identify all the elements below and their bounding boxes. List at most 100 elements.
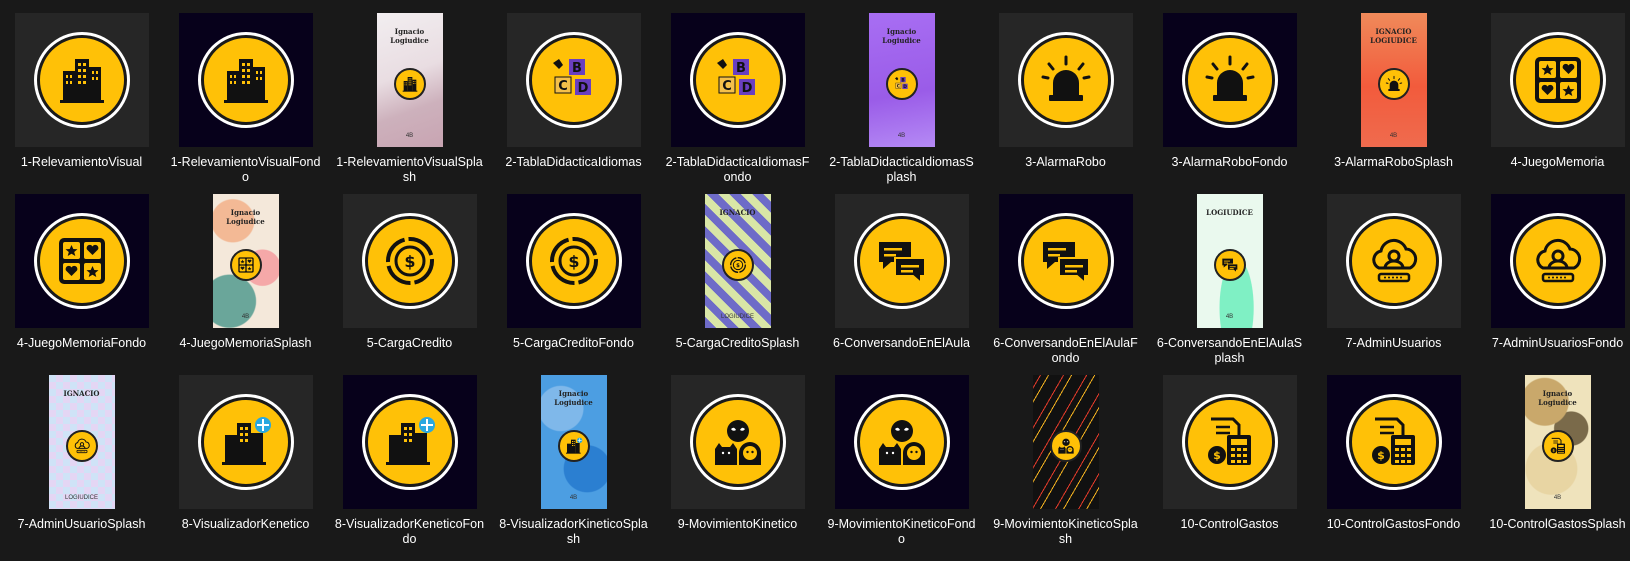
file-item[interactable]: 8-VisualizadorKeneticoFondo (331, 375, 488, 556)
file-name[interactable]: 4-JuegoMemoriaFondo (7, 336, 157, 351)
file-thumbnail[interactable]: $ IGNACIO LOGIUDICE (704, 194, 771, 328)
file-thumbnail[interactable]: IGNACIO LOGIUDICE (48, 375, 115, 509)
file-thumbnail[interactable]: BCD (670, 13, 805, 147)
file-item[interactable]: 6-ConversandoEnElAula (823, 194, 980, 375)
file-item[interactable]: 1-RelevamientoVisual (3, 13, 160, 194)
file-item[interactable]: 3-AlarmaRoboFondo (1151, 13, 1308, 194)
file-thumbnail[interactable]: $ (506, 194, 641, 328)
file-name[interactable]: 8-VisualizadorKenetico (171, 517, 321, 532)
file-thumbnail[interactable] (14, 13, 149, 147)
file-item[interactable]: LOGIUDICE 4B 6-ConversandoEnElAulaSplash (1151, 194, 1308, 375)
splash-course-text: 4B (405, 133, 414, 139)
file-item[interactable]: B C D 2-TablaDidacticaIdiomas (495, 13, 652, 194)
file-thumbnail[interactable]: $ Ignacio Logiudice 4B (1524, 375, 1591, 509)
file-name[interactable]: 7-AdminUsuarioSplash (7, 517, 157, 532)
file-thumbnail[interactable] (998, 13, 1133, 147)
file-item[interactable]: 9-MovimientoKineticoFondo (823, 375, 980, 556)
file-thumbnail[interactable]: $ (1326, 375, 1461, 509)
file-item[interactable]: $ Ignacio Logiudice 4B 10-ControlGastosSpla… (1479, 375, 1630, 556)
file-name[interactable]: 10-ControlGastos (1155, 517, 1305, 532)
file-item[interactable]: Ignacio Logiudice 4B 1-RelevamientoVisualS… (331, 13, 488, 194)
file-name[interactable]: 3-AlarmaRoboSplash (1319, 155, 1469, 170)
splash-author-text: IGNACIO (63, 389, 100, 398)
file-name[interactable]: 7-AdminUsuariosFondo (1483, 336, 1630, 351)
file-name[interactable]: 1-RelevamientoVisualFondo (171, 155, 321, 185)
file-thumbnail[interactable] (178, 13, 313, 147)
file-thumbnail[interactable] (342, 375, 477, 509)
file-item[interactable]: IGNACIO LOGIUDICE 7-AdminUsuarioSplash (3, 375, 160, 556)
file-item[interactable]: $ IGNACIO LOGIUDICE 5-CargaCreditoSplash (659, 194, 816, 375)
file-thumbnail[interactable] (834, 194, 969, 328)
file-thumbnail[interactable] (834, 375, 969, 509)
file-name[interactable]: 2-TablaDidacticaIdiomasFondo (663, 155, 813, 185)
file-item[interactable]: B C D Ignacio Logiudice 4B 2-TablaDidacticaId… (823, 13, 980, 194)
cloud-user-icon (73, 437, 91, 455)
file-item[interactable]: $10-ControlGastos (1151, 375, 1308, 556)
file-item[interactable]: $5-CargaCreditoFondo (495, 194, 652, 375)
file-item[interactable]: 7-AdminUsuarios (1315, 194, 1472, 375)
file-thumbnail[interactable]: Ignacio Logiudice 4B (376, 13, 443, 147)
file-thumbnail[interactable] (1490, 194, 1625, 328)
file-name[interactable]: 4-JuegoMemoria (1483, 155, 1630, 170)
file-thumbnail[interactable] (14, 194, 149, 328)
file-name[interactable]: 8-VisualizadorKineticoSplash (499, 517, 649, 547)
file-item[interactable]: 4-JuegoMemoria (1479, 13, 1630, 194)
file-name[interactable]: 2-TablaDidacticaIdiomasSplash (827, 155, 977, 185)
file-name[interactable]: 1-RelevamientoVisualSplash (335, 155, 485, 185)
file-thumbnail[interactable]: Ignacio Logiudice 4B (212, 194, 279, 328)
file-item[interactable]: Ignacio Logiudice 4B 8-VisualizadorKinetic… (495, 375, 652, 556)
chat-bubbles-icon (1039, 234, 1093, 288)
file-name[interactable]: 1-RelevamientoVisual (7, 155, 157, 170)
file-thumbnail[interactable] (1490, 13, 1625, 147)
file-name[interactable]: 10-ControlGastosFondo (1319, 517, 1469, 532)
file-name[interactable]: 3-AlarmaRoboFondo (1155, 155, 1305, 170)
file-item[interactable]: 8-VisualizadorKenetico (167, 375, 324, 556)
file-thumbnail[interactable] (1162, 13, 1297, 147)
hero-faces-icon (711, 415, 765, 469)
file-thumbnail[interactable] (178, 375, 313, 509)
file-thumbnail[interactable]: LOGIUDICE 4B (1196, 194, 1263, 328)
file-thumbnail[interactable] (998, 194, 1133, 328)
file-name[interactable]: 9-MovimientoKinetico (663, 517, 813, 532)
file-item[interactable]: 9-MovimientoKinetico (659, 375, 816, 556)
file-item[interactable]: 3-AlarmaRobo (987, 13, 1144, 194)
file-name[interactable]: 3-AlarmaRobo (991, 155, 1141, 170)
file-name[interactable]: 9-MovimientoKineticoSplash (991, 517, 1141, 547)
file-thumbnail[interactable] (1326, 194, 1461, 328)
svg-text:C: C (558, 79, 568, 94)
file-item[interactable]: B C D 2-TablaDidacticaIdiomasFondo (659, 13, 816, 194)
file-thumbnail[interactable] (670, 375, 805, 509)
file-name[interactable]: 5-CargaCreditoFondo (499, 336, 649, 351)
chat-bubbles-icon (1221, 256, 1239, 274)
file-item[interactable]: Ignacio Logiudice 4B 4-JuegoMemoriaSplash (167, 194, 324, 375)
file-name[interactable]: 5-CargaCreditoSplash (663, 336, 813, 351)
splash-author-text: LOGIUDICE (1206, 208, 1253, 217)
file-name[interactable]: 10-ControlGastosSplash (1483, 517, 1630, 532)
file-item[interactable]: 7-AdminUsuariosFondo (1479, 194, 1630, 375)
file-name[interactable]: 7-AdminUsuarios (1319, 336, 1469, 351)
file-item[interactable]: $5-CargaCredito (331, 194, 488, 375)
file-thumbnail[interactable]: BCD (506, 13, 641, 147)
file-item[interactable]: $10-ControlGastosFondo (1315, 375, 1472, 556)
file-name[interactable]: 5-CargaCredito (335, 336, 485, 351)
file-name[interactable]: 4-JuegoMemoriaSplash (171, 336, 321, 351)
file-thumbnail[interactable]: IGNACIO LOGIUDICE 4B (1360, 13, 1427, 147)
file-thumbnail[interactable] (1032, 375, 1099, 509)
file-name[interactable]: 6-ConversandoEnElAulaSplash (1155, 336, 1305, 366)
file-item[interactable]: 6-ConversandoEnElAulaFondo (987, 194, 1144, 375)
file-thumbnail[interactable]: $ (1162, 375, 1297, 509)
svg-text:C: C (722, 79, 732, 94)
splash-course-text: 4B (241, 314, 250, 320)
file-item[interactable]: 1-RelevamientoVisualFondo (167, 13, 324, 194)
file-name[interactable]: 8-VisualizadorKeneticoFondo (335, 517, 485, 547)
file-name[interactable]: 6-ConversandoEnElAula (827, 336, 977, 351)
file-thumbnail[interactable]: $ (342, 194, 477, 328)
file-item[interactable]: IGNACIO LOGIUDICE 4B 3-AlarmaRoboSplash (1315, 13, 1472, 194)
file-item[interactable]: 9-MovimientoKineticoSplash (987, 375, 1144, 556)
file-name[interactable]: 2-TablaDidacticaIdiomas (499, 155, 649, 170)
file-thumbnail[interactable]: B C D Ignacio Logiudice 4B (868, 13, 935, 147)
file-item[interactable]: 4-JuegoMemoriaFondo (3, 194, 160, 375)
file-name[interactable]: 9-MovimientoKineticoFondo (827, 517, 977, 547)
file-thumbnail[interactable]: Ignacio Logiudice 4B (540, 375, 607, 509)
file-name[interactable]: 6-ConversandoEnElAulaFondo (991, 336, 1141, 366)
